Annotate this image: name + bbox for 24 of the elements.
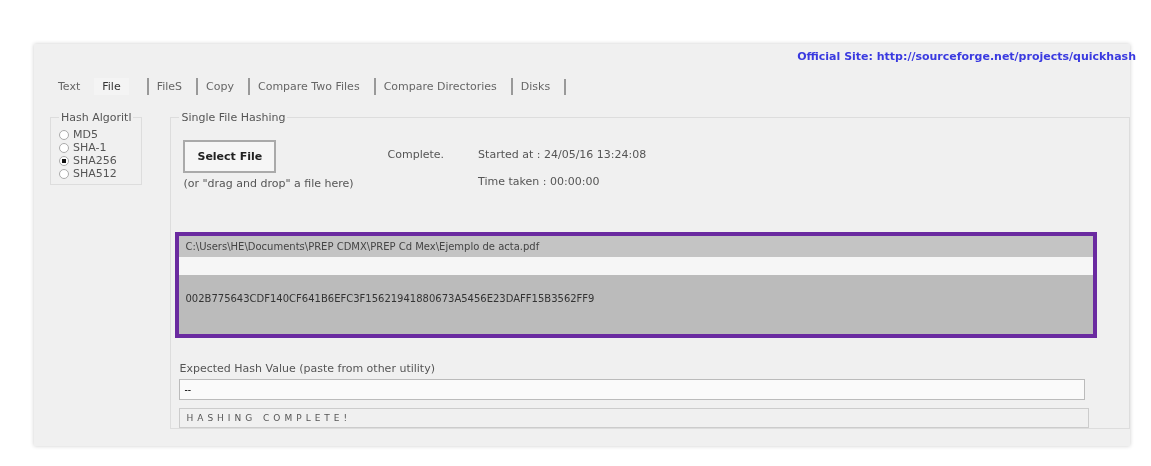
group-title: Single File Hashing (180, 111, 287, 124)
time-taken-text: Time taken : 00:00:00 (478, 175, 601, 188)
tab[interactable]: FileS (146, 78, 191, 95)
tab[interactable]: Disks (510, 78, 559, 95)
status-text: Complete. (387, 148, 445, 161)
file-path-field: C:\Users\HE\Documents\PREP CDMX\PREP Cd Mex\Ejemplo de acta.pdf (179, 236, 1094, 275)
select-file-button[interactable]: Select File (183, 140, 277, 173)
tab[interactable]: Copy (196, 78, 242, 95)
hash-result-field: 002B775643CDF140CF641B6EFC3F15621941880673A5456E23DAFF15B3562FF9 (179, 275, 1094, 334)
expected-hash-label: Expected Hash Value (paste from other utility) (179, 362, 435, 375)
started-at-text: Started at : 24/05/16 13:24:08 (478, 148, 647, 161)
tab[interactable]: Text (50, 78, 89, 95)
status-bar: HASHING COMPLETE! (179, 408, 1090, 428)
drag-drop-hint: (or "drag and drop" a file here) (183, 177, 354, 190)
algorithm-radio[interactable]: SHA-1 (59, 141, 134, 154)
tab[interactable]: Compare Two Files (247, 78, 368, 95)
official-site-link[interactable]: Official Site: http://sourceforge.net/projects/quickhash (797, 50, 1136, 63)
algorithm-radio[interactable]: MD5 (59, 128, 134, 141)
algorithm-radio[interactable]: SHA512 (59, 167, 134, 180)
group-title: Hash Algoritl (60, 111, 133, 124)
tab[interactable]: File (94, 78, 129, 95)
tab[interactable]: Compare Directories (373, 78, 505, 95)
algorithm-radio[interactable]: SHA256 (59, 154, 134, 167)
expected-hash-field[interactable]: -- (179, 379, 1086, 400)
